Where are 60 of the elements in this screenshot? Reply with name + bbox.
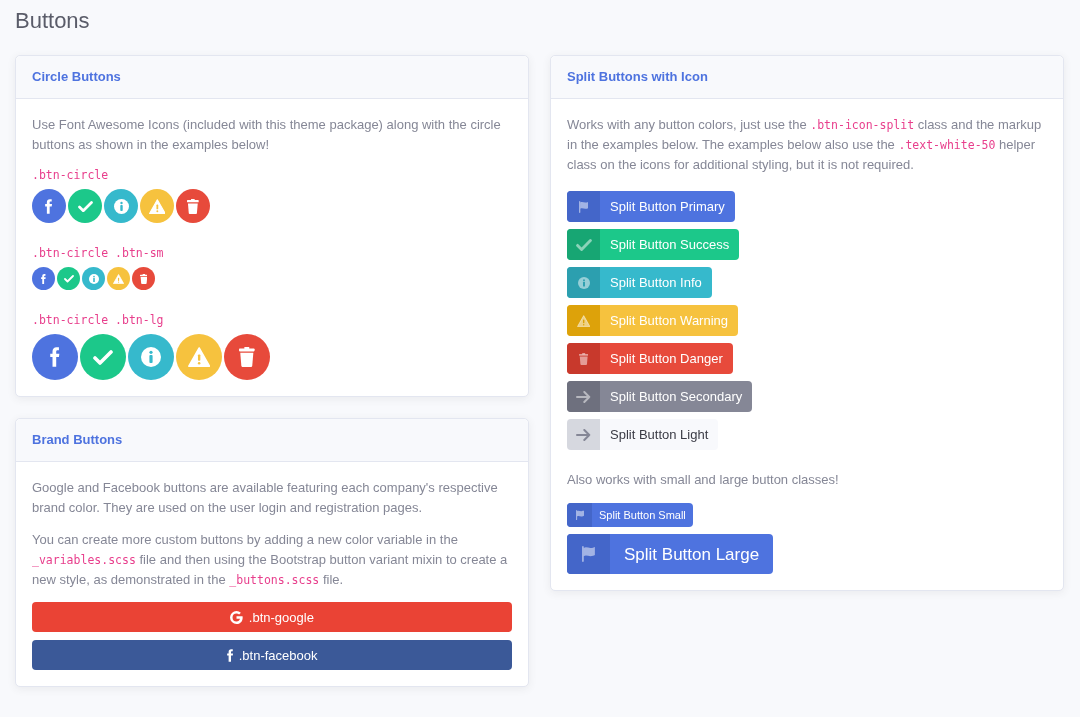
circle-button[interactable] [132,267,155,291]
facebook-icon [50,347,60,368]
circle-button[interactable] [68,189,102,224]
check-icon [93,349,113,365]
circle-button[interactable] [128,334,174,381]
flag-icon [582,546,595,563]
note-text: Also works with small and large button classes! [567,471,840,490]
trash-icon [187,198,199,214]
page-title: Buttons [14,7,91,35]
circle-button[interactable] [32,267,55,291]
check-icon [575,238,592,251]
google-icon [230,610,243,624]
card-title: Brand Buttons [32,431,124,450]
google-button[interactable]: .btn-google [32,602,512,633]
warning-icon [148,198,166,214]
intro-text: Use Font Awesome Icons (included with this theme package) along with the circle buttons as shown in the examples below! [32,116,502,155]
circle-button[interactable] [57,267,80,291]
description-text: You can create more custom buttons by adding a new color variable in the _variables.scss file and then using the Bootstrap button variant mixin to create a new style, as demonstrated in the _buttons.scss file. [32,531,509,590]
flag-icon [578,200,589,213]
info-icon [113,198,129,214]
split-button[interactable]: Split Button Primary [567,191,735,223]
split-button[interactable]: Split Button Danger [567,343,733,375]
trash-icon [578,352,589,365]
trash-icon [139,273,148,284]
info-icon [88,273,99,284]
warning-icon [187,347,211,368]
split-button[interactable]: Split Button Secondary [567,381,753,413]
intro-text: Works with any button colors, just use the .btn-icon-split class and the markup in the examples below. The examples below also use the .text-white-50 helper class on the icons for additional styling, but it is not required. [567,116,1043,175]
facebook-icon [45,198,53,214]
check-icon [63,275,74,283]
split-button[interactable]: Split Button Small [567,503,693,528]
circle-button[interactable] [104,189,138,224]
circle-button[interactable] [82,267,105,291]
facebook-button[interactable]: .btn-facebook [32,640,512,671]
circle-button[interactable] [80,334,126,381]
circle-button[interactable] [176,189,210,224]
class-label: .btn-circle .btn-lg [32,312,165,329]
info-icon [141,347,161,368]
facebook-icon [41,273,46,284]
arrow-icon [576,428,591,441]
split-button[interactable]: Split Button Info [567,267,712,299]
info-icon [577,276,590,289]
circle-button[interactable] [32,334,78,381]
class-label: .btn-circle .btn-sm [32,245,165,262]
flag-icon [575,510,584,521]
circle-button[interactable] [32,189,66,224]
facebook-icon [226,648,233,662]
check-icon [77,200,93,212]
description-text: Google and Facebook buttons are available featuring each company's respective brand color. They are used on the user login and registration pages. [32,479,499,518]
split-button[interactable]: Split Button Large [567,534,774,575]
warning-icon [576,314,591,327]
split-button[interactable]: Split Button Light [567,419,719,451]
card-title: Split Buttons with Icon [567,68,709,87]
trash-icon [239,347,255,368]
warning-icon [112,273,125,284]
circle-button[interactable] [224,334,270,381]
class-label: .btn-circle [32,167,110,184]
arrow-icon [576,390,591,403]
card-title: Circle Buttons [32,68,122,87]
split-button[interactable]: Split Button Success [567,229,740,261]
